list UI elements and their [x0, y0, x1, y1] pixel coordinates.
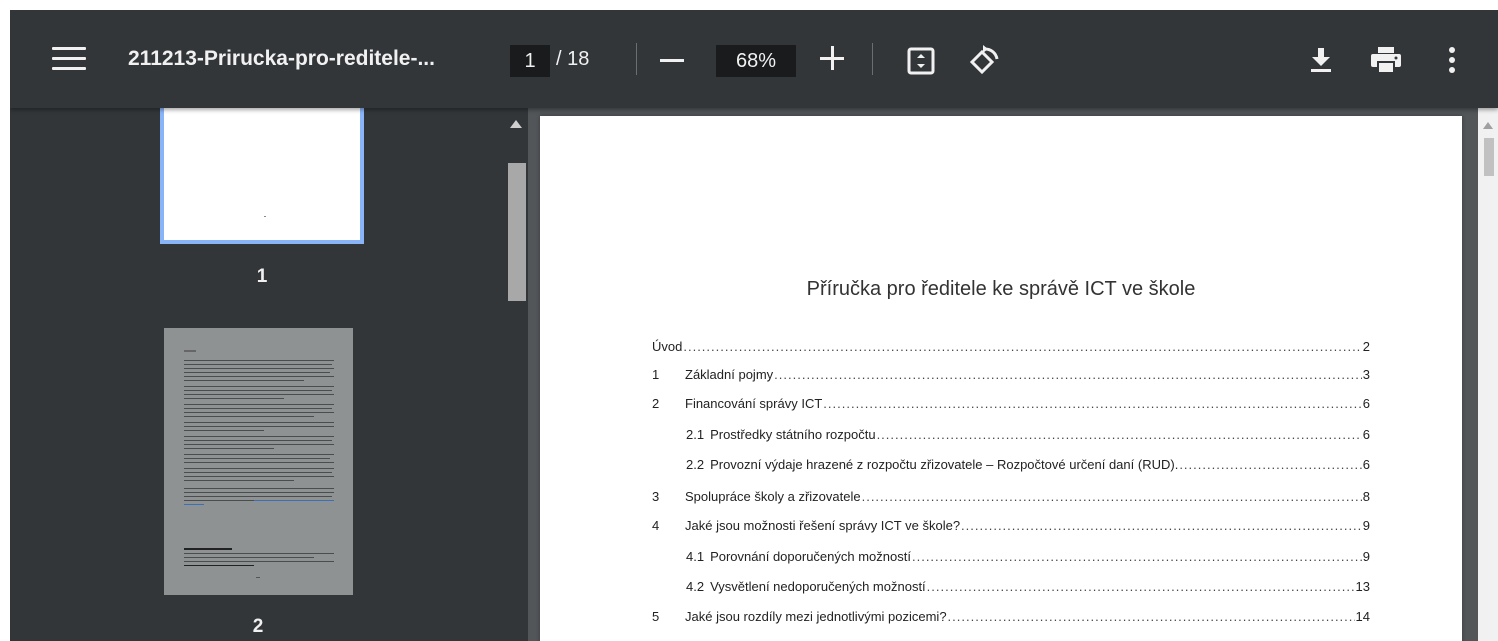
print-icon[interactable] — [1370, 46, 1402, 74]
scroll-up-button[interactable] — [1483, 122, 1493, 129]
thumbnail-page-2[interactable] — [164, 328, 353, 595]
scroll-thumb[interactable] — [508, 163, 526, 301]
toc-title: Spolupráce školy a zřizovatele — [685, 489, 861, 504]
toc-page-number: 8 — [1362, 489, 1370, 504]
thumbnail-label: 2 — [252, 616, 264, 637]
toolbar-divider — [636, 43, 637, 75]
toc-number: 2.1 — [686, 427, 705, 442]
page-total: / 18 — [556, 48, 590, 70]
page-number-input[interactable] — [510, 45, 550, 77]
toc-entry[interactable]: 3 Spolupráce školy a zřizovatele 8 — [652, 489, 1370, 509]
toc-leader-dots — [862, 489, 1362, 504]
toc-entry[interactable]: 4.2 Vysvětlení nedoporučených možností 13 — [686, 579, 1370, 599]
toc-title: Jaké jsou rozdíly mezi jednotlivými pozi… — [685, 609, 947, 624]
toc-leader-dots — [877, 427, 1362, 442]
toc-page-number: 3 — [1362, 367, 1370, 382]
toc-page-number: 2 — [1362, 339, 1370, 354]
toc-title: Základní pojmy — [685, 367, 774, 382]
toc-leader-dots — [912, 549, 1362, 564]
zoom-out-button[interactable] — [660, 59, 684, 62]
toc-page-number: 14 — [1355, 609, 1370, 624]
toolbar-divider — [872, 43, 873, 75]
menu-icon[interactable] — [52, 47, 86, 73]
toc-entry[interactable]: 2 Financování správy ICT 6 — [652, 396, 1370, 416]
download-icon[interactable] — [1310, 46, 1332, 74]
toc-page-number: 13 — [1355, 579, 1370, 594]
toc-number: 2 — [652, 396, 660, 411]
thumbnail-scrollbar[interactable] — [504, 108, 528, 641]
toc-entry[interactable]: 2.1 Prostředky státního rozpočtu 6 — [686, 427, 1370, 447]
toc-leader-dots — [683, 339, 1361, 354]
pdf-viewer: 211213-Prirucka-pro-reditele-... / 18 — [10, 10, 1498, 641]
toc-entry[interactable]: 1 Základní pojmy 3 — [652, 367, 1370, 387]
more-vert-icon[interactable] — [1448, 46, 1456, 74]
toc-number: 1 — [652, 367, 660, 382]
toc-entry[interactable]: 4 Jaké jsou možnosti řešení správy ICT ve… — [652, 518, 1370, 538]
toolbar: 211213-Prirucka-pro-reditele-... / 18 — [10, 10, 1498, 108]
toc-number: 4.2 — [686, 579, 705, 594]
scroll-thumb[interactable] — [1484, 138, 1494, 176]
toc-leader-dots — [961, 518, 1362, 533]
toc-entry[interactable]: 5 Jaké jsou rozdíly mezi jednotlivými poz… — [652, 609, 1370, 629]
toc-page-number: 6 — [1362, 396, 1370, 411]
toc-title: Vysvětlení nedoporučených možností — [710, 579, 926, 594]
toc-number: 3 — [652, 489, 660, 504]
toc-page-number: 6 — [1362, 457, 1370, 472]
toc-page-number: 6 — [1362, 427, 1370, 442]
scroll-up-button[interactable] — [510, 120, 522, 128]
toc-leader-dots — [774, 367, 1362, 382]
toc-leader-dots — [927, 579, 1355, 594]
zoom-in-button[interactable] — [820, 43, 846, 73]
toc-number: 4.1 — [686, 549, 705, 564]
document-heading: Příručka pro ředitele ke správě ICT ve š… — [806, 278, 1196, 300]
thumbnail-page-1[interactable] — [160, 108, 364, 244]
toc-number: 4 — [652, 518, 660, 533]
document-page: Příručka pro ředitele ke správě ICT ve š… — [540, 116, 1462, 641]
toc-number: 2.2 — [686, 457, 705, 472]
thumbnail-label: 1 — [256, 266, 268, 287]
toc-entry[interactable]: 4.1 Porovnání doporučených možností 9 — [686, 549, 1370, 569]
toc-entry[interactable]: Úvod 2 — [652, 339, 1370, 359]
toc-page-number: 9 — [1362, 549, 1370, 564]
toc-title: Porovnání doporučených možností — [710, 549, 911, 564]
rotate-icon[interactable] — [968, 42, 1002, 78]
toc-number: 5 — [652, 609, 660, 624]
toc-title: Úvod — [652, 339, 683, 354]
fit-page-icon[interactable] — [906, 46, 936, 76]
toc-title: Provozní výdaje hrazené z rozpočtu zřizo… — [710, 457, 1179, 472]
toc-title: Prostředky státního rozpočtu — [710, 427, 876, 442]
thumbnail-sidebar: 1 2 — [10, 108, 504, 641]
toc-leader-dots — [823, 396, 1361, 411]
document-viewer: Příručka pro ředitele ke správě ICT ve š… — [528, 108, 1498, 641]
toc-entry[interactable]: 2.2 Provozní výdaje hrazené z rozpočtu zř… — [686, 457, 1370, 477]
toc-leader-dots — [1179, 457, 1361, 472]
toc-leader-dots — [948, 609, 1355, 624]
document-title: 211213-Prirucka-pro-reditele-... — [128, 47, 435, 70]
toc-page-number: 9 — [1362, 518, 1370, 533]
toc-title: Financování správy ICT — [685, 396, 823, 411]
zoom-input[interactable] — [716, 45, 796, 77]
toc-title: Jaké jsou možnosti řešení správy ICT ve … — [685, 518, 961, 533]
viewer-scrollbar[interactable] — [1478, 108, 1498, 641]
